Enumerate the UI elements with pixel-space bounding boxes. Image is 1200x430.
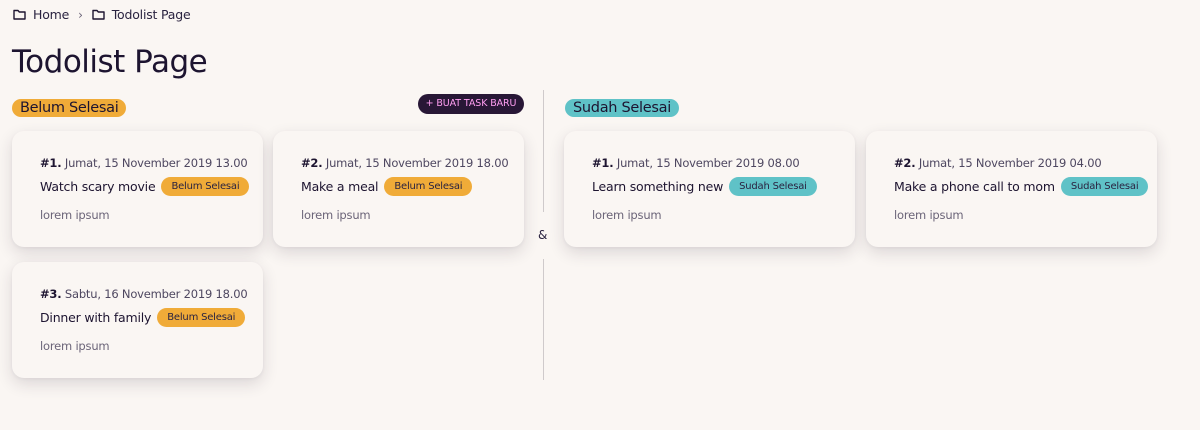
task-title-row: Watch scary movie Belum Selesai	[40, 177, 250, 196]
task-card[interactable]: #2. Jumat, 15 November 2019 04.00 Make a…	[866, 131, 1157, 247]
divider-line	[543, 259, 544, 380]
chevron-right-icon: ›	[78, 7, 83, 22]
task-description: lorem ipsum	[40, 339, 110, 353]
task-number: #3.	[40, 287, 62, 301]
task-date: Jumat, 15 November 2019 04.00	[918, 156, 1102, 170]
status-badge: Belum Selesai	[384, 177, 473, 196]
belum-selesai-label: Belum Selesai	[12, 99, 127, 117]
task-title: Make a phone call to mom	[894, 179, 1055, 194]
task-description: lorem ipsum	[40, 208, 110, 222]
task-title: Make a meal	[301, 179, 379, 194]
task-card[interactable]: #1. Jumat, 15 November 2019 08.00 Learn …	[564, 131, 855, 247]
status-badge: Sudah Selesai	[729, 177, 817, 196]
task-date: Jumat, 15 November 2019 18.00	[325, 156, 509, 170]
task-date: Jumat, 15 November 2019 13.00	[64, 156, 248, 170]
sudah-selesai-label: Sudah Selesai	[565, 99, 679, 117]
task-date: Jumat, 15 November 2019 08.00	[616, 156, 800, 170]
task-number: #2.	[301, 156, 323, 170]
task-title-row: Make a phone call to mom Sudah Selesai	[894, 177, 1149, 196]
folder-icon	[92, 9, 105, 20]
task-date: Sabtu, 16 November 2019 18.00	[64, 287, 248, 301]
task-number: #1.	[592, 156, 614, 170]
task-description: lorem ipsum	[592, 208, 662, 222]
breadcrumb: Home › Todolist Page	[13, 7, 191, 22]
task-header: #3. Sabtu, 16 November 2019 18.00	[40, 287, 248, 301]
divider-ampersand: &	[538, 228, 548, 242]
task-title-row: Learn something new Sudah Selesai	[592, 177, 817, 196]
task-title: Learn something new	[592, 179, 724, 194]
breadcrumb-label[interactable]: Home	[33, 7, 69, 22]
breadcrumb-label[interactable]: Todolist Page	[112, 7, 191, 22]
breadcrumb-item-todolist[interactable]: Todolist Page	[92, 7, 191, 22]
task-card[interactable]: #3. Sabtu, 16 November 2019 18.00 Dinner…	[12, 262, 263, 378]
task-header: #2. Jumat, 15 November 2019 04.00	[894, 156, 1102, 170]
task-header: #2. Jumat, 15 November 2019 18.00	[301, 156, 509, 170]
status-badge: Sudah Selesai	[1060, 177, 1149, 196]
task-number: #1.	[40, 156, 62, 170]
task-card[interactable]: #2. Jumat, 15 November 2019 18.00 Make a…	[273, 131, 524, 247]
task-description: lorem ipsum	[894, 208, 964, 222]
status-badge: Belum Selesai	[157, 308, 246, 327]
breadcrumb-item-home[interactable]: Home	[13, 7, 69, 22]
task-card[interactable]: #1. Jumat, 15 November 2019 13.00 Watch …	[12, 131, 263, 247]
new-task-button[interactable]: + BUAT TASK BARU	[418, 94, 524, 114]
divider-line	[543, 90, 544, 212]
folder-icon	[13, 9, 26, 20]
task-number: #2.	[894, 156, 916, 170]
task-header: #1. Jumat, 15 November 2019 08.00	[592, 156, 800, 170]
task-header: #1. Jumat, 15 November 2019 13.00	[40, 156, 248, 170]
status-badge: Belum Selesai	[161, 177, 250, 196]
task-title-row: Dinner with family Belum Selesai	[40, 308, 246, 327]
task-title-row: Make a meal Belum Selesai	[301, 177, 473, 196]
task-title: Watch scary movie	[40, 179, 156, 194]
page-title: Todolist Page	[12, 44, 208, 80]
task-title: Dinner with family	[40, 310, 152, 325]
task-description: lorem ipsum	[301, 208, 371, 222]
